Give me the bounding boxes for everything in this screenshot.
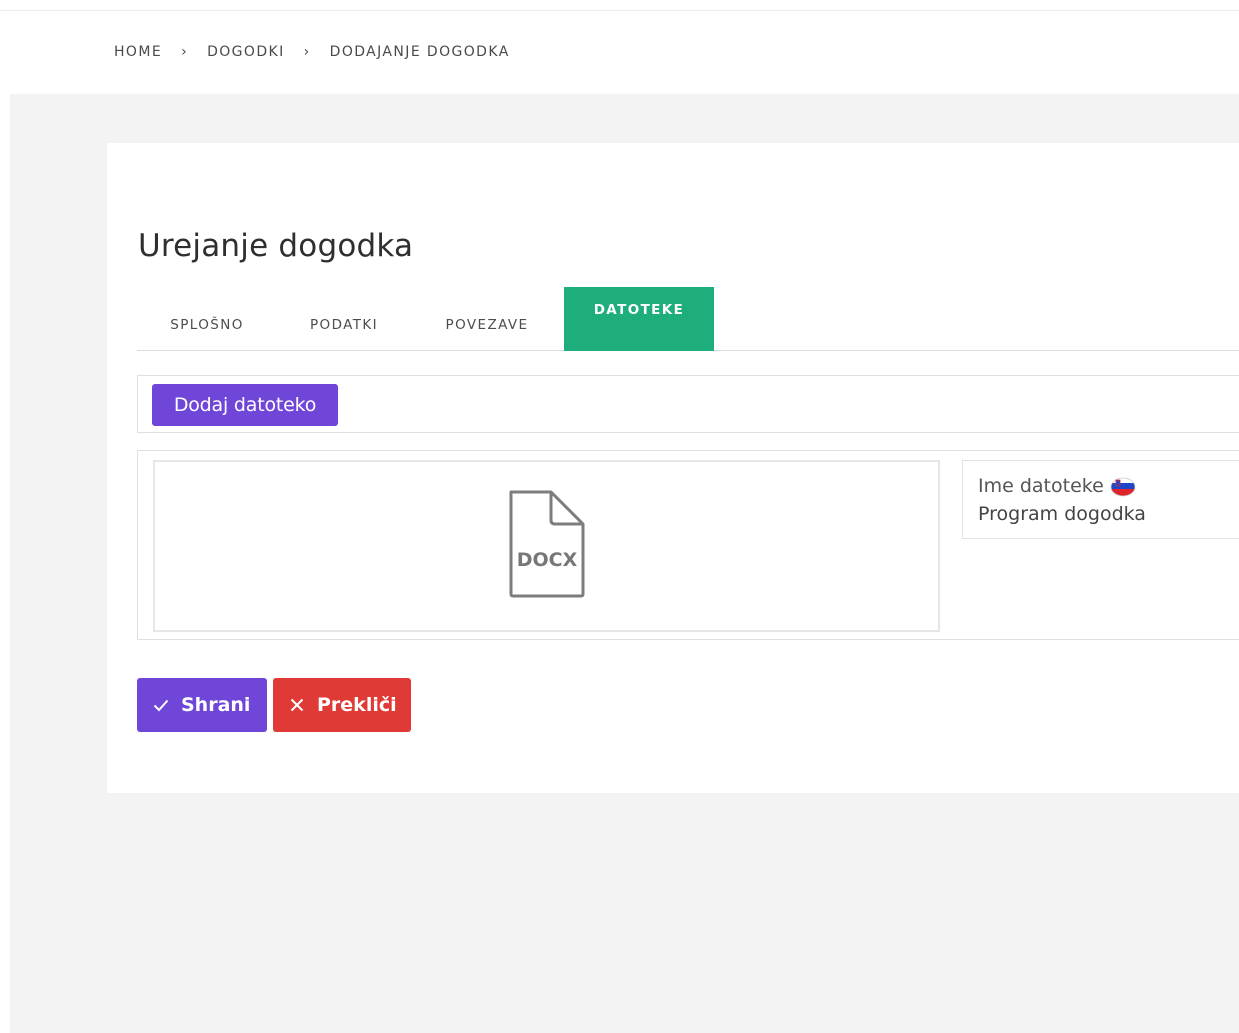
slovenia-flag-icon — [1110, 475, 1136, 497]
save-button-label: Shrani — [181, 694, 251, 716]
tab-povezave[interactable]: POVEZAVE — [411, 287, 563, 351]
file-type-label: DOCX — [517, 549, 578, 571]
file-meta: Ime datoteke Program dogodka — [962, 460, 1239, 539]
cancel-button-label: Prekliči — [317, 694, 397, 716]
check-icon — [153, 697, 169, 713]
add-file-button[interactable]: Dodaj datoteko — [152, 384, 338, 426]
header-divider — [0, 10, 1239, 11]
file-preview[interactable]: DOCX — [153, 460, 940, 632]
file-name-value[interactable]: Program dogodka — [978, 499, 1239, 529]
breadcrumb-separator-icon: › — [181, 44, 189, 60]
file-name-label-text: Ime datoteke — [978, 475, 1104, 497]
cancel-button[interactable]: Prekliči — [273, 678, 411, 732]
close-icon — [289, 697, 305, 713]
tab-splosno[interactable]: SPLOŠNO — [137, 287, 277, 351]
tab-bar: SPLOŠNO PODATKI POVEZAVE DATOTEKE — [137, 287, 1239, 351]
breadcrumb: HOME › DOGODKI › DODAJANJE DOGODKA — [114, 42, 510, 62]
save-button[interactable]: Shrani — [137, 678, 267, 732]
breadcrumb-current: DODAJANJE DOGODKA — [329, 44, 510, 60]
tab-podatki[interactable]: PODATKI — [277, 287, 411, 351]
breadcrumb-separator-icon: › — [303, 44, 311, 60]
main-card: Urejanje dogodka SPLOŠNO PODATKI POVEZAV… — [107, 143, 1239, 793]
files-toolbar: Dodaj datoteko — [137, 375, 1239, 433]
tab-datoteke[interactable]: DATOTEKE — [564, 287, 714, 351]
file-item: DOCX Ime datoteke Program dogodka — [137, 450, 1239, 640]
page-title: Urejanje dogodka — [138, 228, 414, 264]
breadcrumb-dogodki[interactable]: DOGODKI — [207, 44, 285, 60]
file-name-label: Ime datoteke — [978, 473, 1239, 499]
breadcrumb-home[interactable]: HOME — [114, 44, 162, 60]
docx-file-icon: DOCX — [507, 490, 587, 600]
